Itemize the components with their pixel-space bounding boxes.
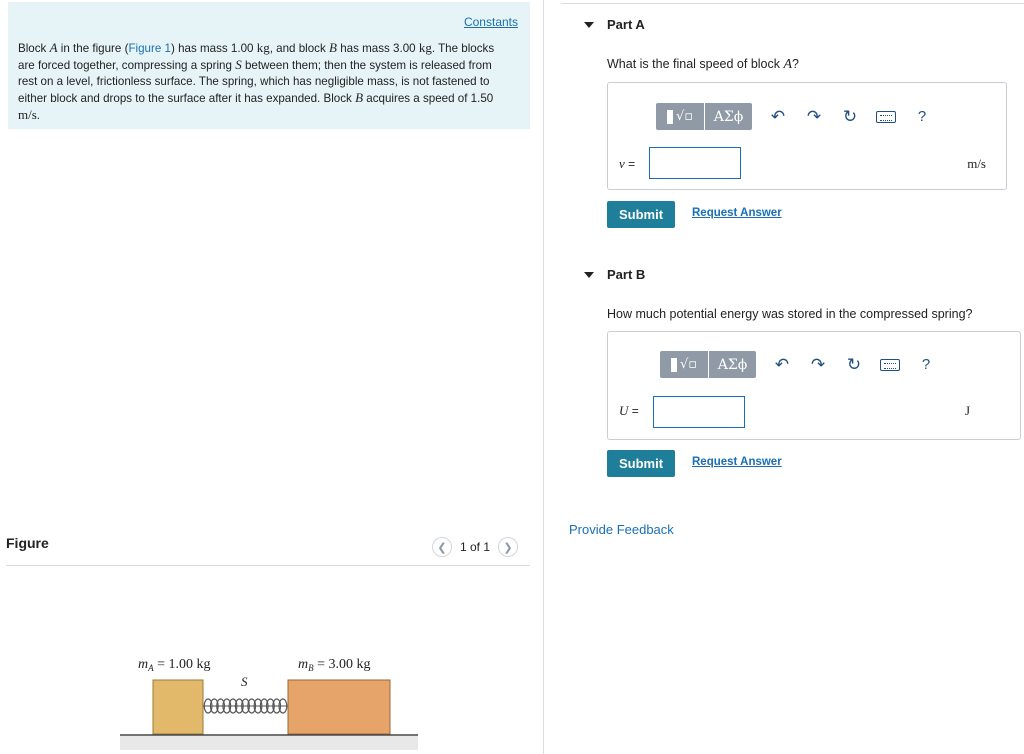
part-a-submit-button[interactable]: Submit — [607, 201, 675, 228]
chevron-left-icon[interactable]: ❮ — [432, 537, 452, 557]
templates-button[interactable]: √▫ — [660, 351, 708, 378]
templates-button[interactable]: √▫ — [656, 103, 704, 130]
part-a-answer-input[interactable] — [649, 147, 741, 179]
collapse-triangle-icon[interactable] — [584, 21, 594, 28]
greek-symbols-button[interactable]: ΑΣϕ — [708, 351, 756, 378]
part-b-answer-box: √▫ ΑΣϕ ↶ ↷ ↻ ? U = J — [607, 331, 1021, 440]
reset-icon[interactable]: ↻ — [832, 107, 868, 127]
chevron-right-icon[interactable]: ❯ — [498, 537, 519, 557]
part-a-unit: m/s — [967, 156, 986, 171]
keyboard-icon — [880, 358, 900, 371]
part-b-request-answer-link[interactable]: Request Answer — [692, 456, 782, 468]
problem-statement-box: Constants Block A in the figure (Figure … — [8, 2, 530, 129]
undo-icon[interactable]: ↶ — [760, 107, 796, 127]
floor-surface — [120, 736, 418, 750]
part-a-toolbar: √▫ ΑΣϕ ↶ ↷ ↻ ? — [656, 103, 940, 130]
figure-heading: Figure — [6, 535, 49, 551]
problem-column: Constants Block A in the figure (Figure … — [0, 0, 544, 754]
keyboard-button[interactable] — [868, 110, 904, 123]
spring — [203, 698, 288, 714]
part-a-header[interactable]: Part A — [584, 17, 645, 32]
figure-link[interactable]: Figure 1 — [128, 42, 171, 55]
part-b-unit: J — [964, 403, 970, 418]
block-a — [152, 679, 204, 735]
redo-icon[interactable]: ↷ — [796, 107, 832, 127]
top-divider — [561, 3, 1024, 4]
part-b-answer-input[interactable] — [653, 396, 745, 428]
keyboard-icon — [876, 110, 896, 123]
part-a-question: What is the final speed of block A? — [607, 57, 799, 72]
block-b — [287, 679, 391, 735]
sqrt-icon: √▫ — [679, 357, 698, 372]
constants-link[interactable]: Constants — [464, 15, 518, 29]
part-a-title: Part A — [607, 17, 645, 32]
sqrt-icon: √▫ — [675, 109, 694, 124]
redo-icon[interactable]: ↷ — [800, 355, 836, 375]
part-a-variable: v = — [619, 156, 636, 171]
part-b-variable: U = — [619, 403, 639, 418]
mass-a-label: mA = 1.00 kg — [138, 657, 211, 673]
mass-b-label: mB = 3.00 kg — [298, 657, 371, 673]
part-b-submit-button[interactable]: Submit — [607, 450, 675, 477]
figure-page-count: 1 of 1 — [460, 540, 491, 554]
greek-symbols-button[interactable]: ΑΣϕ — [704, 103, 752, 130]
undo-icon[interactable]: ↶ — [764, 355, 800, 375]
part-a-answer-box: √▫ ΑΣϕ ↶ ↷ ↻ ? v = m/s — [607, 82, 1007, 190]
collapse-triangle-icon[interactable] — [584, 271, 594, 278]
part-b-question: How much potential energy was stored in … — [607, 307, 973, 321]
part-b-toolbar: √▫ ΑΣϕ ↶ ↷ ↻ ? — [660, 351, 944, 378]
blocks-spring-figure: mA = 1.00 kg mB = 3.00 kg S — [120, 657, 418, 750]
figure-pager: ❮ 1 of 1 ❯ — [432, 537, 519, 557]
part-b-header[interactable]: Part B — [584, 267, 645, 282]
part-a-request-answer-link[interactable]: Request Answer — [692, 207, 782, 219]
part-b-title: Part B — [607, 267, 646, 282]
provide-feedback-link[interactable]: Provide Feedback — [569, 522, 674, 537]
column-divider — [543, 0, 544, 754]
problem-text: Block A in the figure (Figure 1) has mas… — [18, 40, 495, 122]
help-button[interactable]: ? — [904, 108, 940, 125]
help-button[interactable]: ? — [908, 356, 944, 373]
spring-label: S — [241, 674, 248, 689]
reset-icon[interactable]: ↻ — [836, 355, 872, 375]
figure-divider — [6, 565, 530, 566]
keyboard-button[interactable] — [872, 358, 908, 371]
